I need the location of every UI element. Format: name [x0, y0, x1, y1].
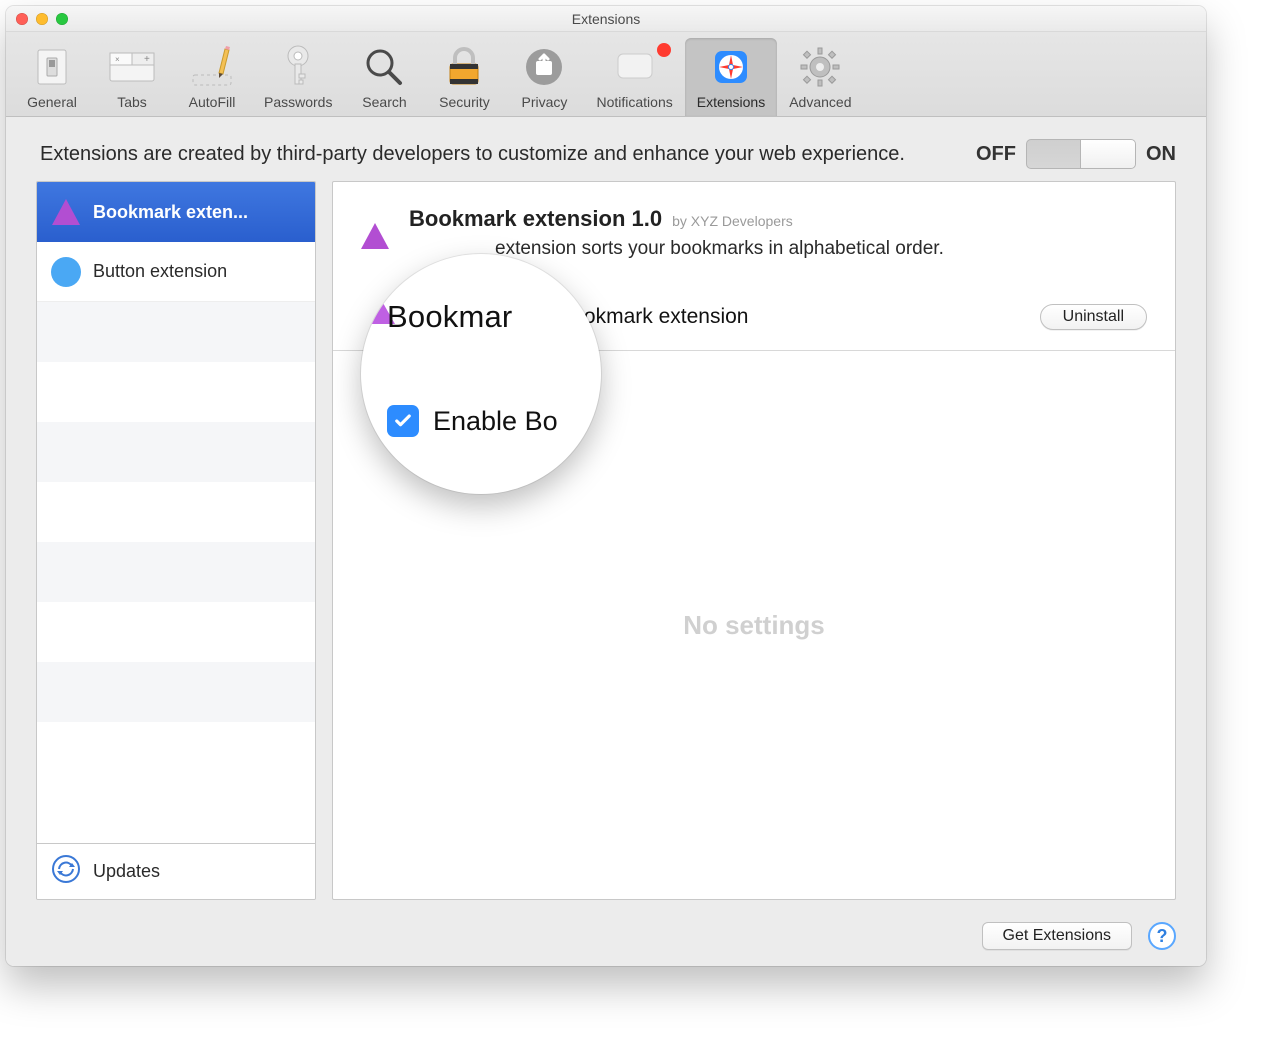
extensions-master-switch[interactable]: [1026, 139, 1136, 169]
master-toggle: OFF ON: [976, 139, 1176, 169]
tab-label: Notifications: [596, 94, 672, 110]
preferences-toolbar: General ×+ Tabs AutoFill Passwords Searc…: [6, 32, 1206, 117]
get-extensions-button[interactable]: Get Extensions: [982, 922, 1133, 950]
tab-label: Privacy: [522, 94, 568, 110]
tab-label: Advanced: [789, 94, 851, 110]
window-controls: [16, 13, 68, 25]
triangle-icon: [51, 197, 81, 227]
tab-privacy[interactable]: Privacy: [504, 38, 584, 116]
general-icon: [24, 42, 80, 92]
magnifier-title-fragment: Bookmar: [387, 299, 512, 335]
tab-label: Passwords: [264, 94, 332, 110]
tab-label: Tabs: [117, 94, 147, 110]
toggle-on-label: ON: [1146, 143, 1176, 166]
magnifier-overlay: Bookmar Enable Bo: [361, 254, 601, 494]
tab-extensions[interactable]: Extensions: [685, 38, 777, 116]
svg-text:+: +: [144, 54, 150, 65]
no-settings-label: No settings: [683, 610, 825, 641]
extensions-sidebar: Bookmark exten... Button extension Updat…: [36, 181, 316, 900]
enable-checkbox[interactable]: [387, 405, 419, 437]
window-title: Extensions: [6, 11, 1206, 27]
sidebar-item-label: Button extension: [93, 261, 227, 282]
passwords-icon: [270, 42, 326, 92]
magnifier-enable-fragment: Enable Bo: [433, 406, 558, 437]
tab-notifications[interactable]: Notifications: [584, 38, 684, 116]
window-footer: Get Extensions ?: [6, 912, 1206, 966]
magnifier-enable-row: Enable Bo: [387, 405, 558, 437]
advanced-icon: [792, 42, 848, 92]
tab-passwords[interactable]: Passwords: [252, 38, 344, 116]
extension-author: by XYZ Developers: [672, 213, 793, 229]
extensions-description: Extensions are created by third-party de…: [40, 141, 936, 168]
sidebar-item-button-extension[interactable]: Button extension: [37, 242, 315, 302]
tab-label: AutoFill: [189, 94, 236, 110]
help-icon: ?: [1157, 926, 1168, 947]
tab-label: General: [27, 94, 77, 110]
header-row: Extensions are created by third-party de…: [6, 117, 1206, 181]
sidebar-updates[interactable]: Updates: [37, 843, 315, 899]
empty-rows: [37, 302, 315, 843]
tab-tabs[interactable]: ×+ Tabs: [92, 38, 172, 116]
close-button[interactable]: [16, 13, 28, 25]
titlebar: Extensions: [6, 6, 1206, 32]
help-button[interactable]: ?: [1148, 922, 1176, 950]
switch-knob: [1080, 140, 1135, 168]
search-icon: [356, 42, 412, 92]
extension-title: Bookmark extension 1.0: [409, 206, 662, 232]
zoom-button[interactable]: [56, 13, 68, 25]
sidebar-item-bookmark-extension[interactable]: Bookmark exten...: [37, 182, 315, 242]
body: Bookmark exten... Button extension Updat…: [6, 181, 1206, 912]
extension-description: extension sorts your bookmarks in alphab…: [495, 238, 1147, 260]
tab-autofill[interactable]: AutoFill: [172, 38, 252, 116]
svg-text:×: ×: [115, 55, 120, 64]
minimize-button[interactable]: [36, 13, 48, 25]
notifications-icon: [607, 42, 663, 92]
sidebar-item-label: Bookmark exten...: [93, 202, 248, 223]
tab-label: Extensions: [697, 94, 765, 110]
privacy-icon: [516, 42, 572, 92]
security-icon: [436, 42, 492, 92]
circle-icon: [51, 257, 81, 287]
updates-icon: [51, 854, 81, 889]
tab-general[interactable]: General: [12, 38, 92, 116]
tab-search[interactable]: Search: [344, 38, 424, 116]
tab-advanced[interactable]: Advanced: [777, 38, 863, 116]
notification-badge-icon: [657, 43, 671, 57]
tab-label: Security: [439, 94, 490, 110]
extensions-list: Bookmark exten... Button extension: [37, 182, 315, 843]
triangle-icon: [361, 206, 389, 224]
uninstall-button[interactable]: Uninstall: [1040, 304, 1147, 330]
extensions-icon: [703, 42, 759, 92]
updates-label: Updates: [93, 861, 160, 882]
tabs-icon: ×+: [104, 42, 160, 92]
preferences-window: Extensions General ×+ Tabs AutoFill Pass: [6, 6, 1206, 966]
toggle-off-label: OFF: [976, 143, 1016, 166]
autofill-icon: [184, 42, 240, 92]
tab-security[interactable]: Security: [424, 38, 504, 116]
tab-label: Search: [362, 94, 406, 110]
